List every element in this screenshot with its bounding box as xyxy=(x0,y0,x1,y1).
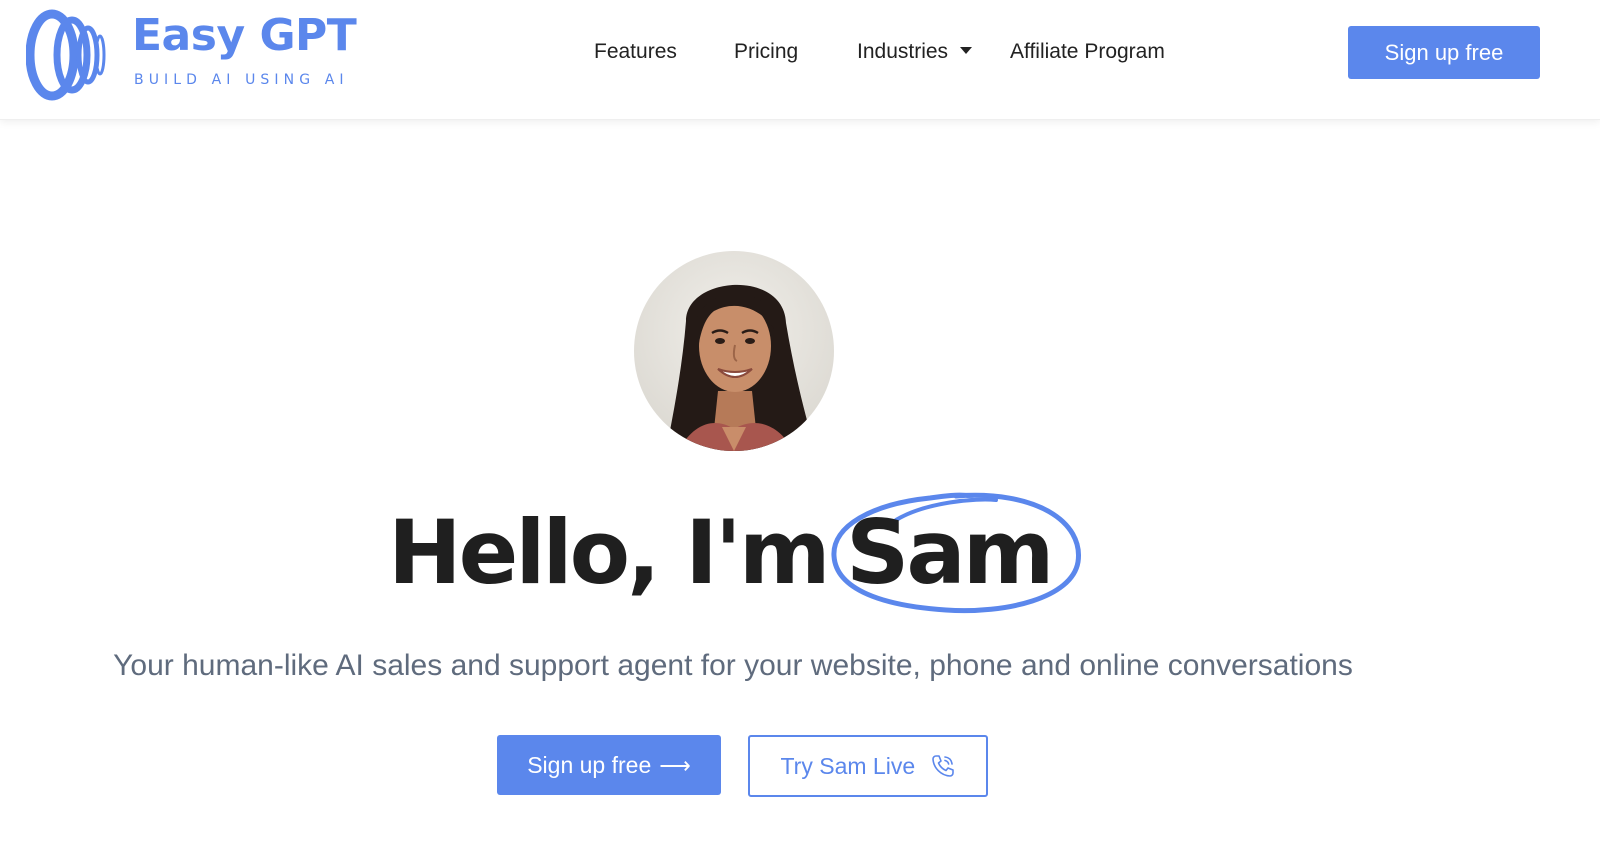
hero-headline: Hello, I'm Sam xyxy=(0,488,1600,618)
nav-item-industries[interactable]: Industries xyxy=(857,32,973,72)
headline-greeting: Hello, I'm xyxy=(388,501,831,604)
logo-link[interactable]: Easy GPT BUILD AI USING AI xyxy=(26,6,357,102)
nav-item-pricing[interactable]: Pricing xyxy=(734,32,798,72)
nav-item-label: Industries xyxy=(857,40,949,63)
try-sam-live-button[interactable]: Try Sam Live xyxy=(748,735,988,797)
hero-subtitle: Your human-like AI sales and support age… xyxy=(113,649,1353,682)
nav-item-features[interactable]: Features xyxy=(594,32,677,72)
arrow-right-icon: ⟶ xyxy=(659,753,691,778)
headline-name: Sam xyxy=(846,501,1054,604)
avatar xyxy=(634,251,834,451)
phone-ringing-icon xyxy=(931,755,954,777)
nav-item-affiliate-program[interactable]: Affiliate Program xyxy=(1010,32,1165,72)
signup-button-label: Sign up free xyxy=(527,752,652,778)
brand-name: Easy GPT xyxy=(132,10,357,61)
header-signup-button[interactable]: Sign up free xyxy=(1348,26,1540,79)
avatar-portrait-image xyxy=(634,251,834,451)
nav-item-label: Pricing xyxy=(734,40,799,63)
site-header: Easy GPT BUILD AI USING AI Features Pric… xyxy=(0,0,1600,120)
logo-icon xyxy=(26,9,106,101)
caret-down-icon xyxy=(960,46,973,54)
try-sam-live-label: Try Sam Live xyxy=(780,753,916,779)
nav-item-label: Features xyxy=(594,40,677,63)
brand-tagline: BUILD AI USING AI xyxy=(134,72,349,88)
nav-item-label: Affiliate Program xyxy=(1010,40,1165,63)
signup-button[interactable]: Sign up free ⟶ xyxy=(497,735,721,795)
